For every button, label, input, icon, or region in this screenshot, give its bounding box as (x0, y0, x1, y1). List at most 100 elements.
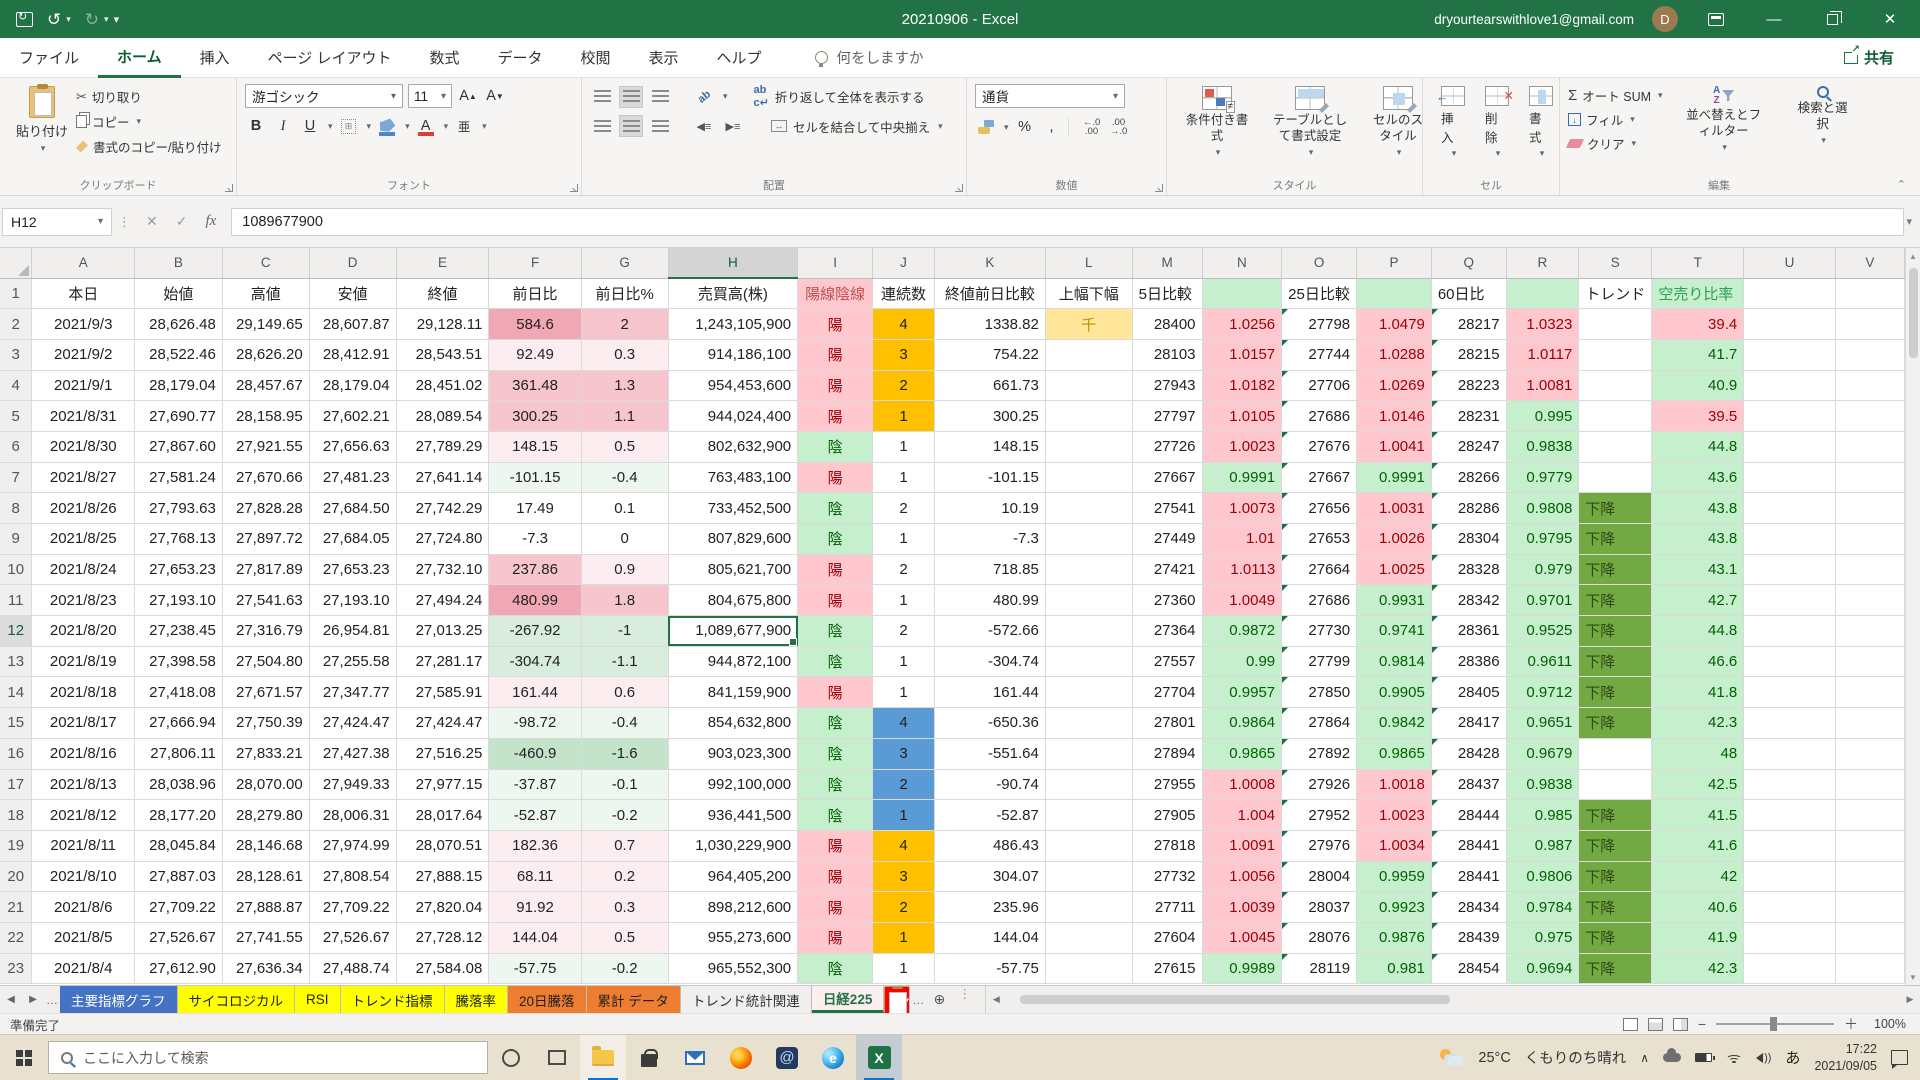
cell-P22[interactable]: 0.9876 (1357, 922, 1432, 953)
cell-N20[interactable]: 1.0056 (1202, 861, 1282, 892)
cell-B1[interactable]: 始値 (135, 278, 223, 309)
cell-C8[interactable]: 27,828.28 (222, 493, 309, 524)
cell-F7[interactable]: -101.15 (489, 462, 581, 493)
cell-E12[interactable]: 27,013.25 (396, 616, 489, 647)
row-header-10[interactable]: 10 (0, 554, 32, 585)
cell-I9[interactable]: 陰 (798, 524, 873, 555)
cell-L6[interactable] (1045, 431, 1132, 462)
cell-M13[interactable]: 27557 (1132, 646, 1202, 677)
cell-E19[interactable]: 28,070.51 (396, 830, 489, 861)
cell-L7[interactable] (1045, 462, 1132, 493)
row-header-6[interactable]: 6 (0, 431, 32, 462)
col-header-D[interactable]: D (309, 248, 396, 278)
sheet-tab-トレンド指標[interactable]: トレンド指標 (341, 986, 445, 1013)
cut-button[interactable]: ✂切り取り (76, 87, 221, 106)
row-header-18[interactable]: 18 (0, 800, 32, 831)
cell-E8[interactable]: 27,742.29 (396, 493, 489, 524)
cell-H20[interactable]: 964,405,200 (668, 861, 798, 892)
cell-A8[interactable]: 2021/8/26 (32, 493, 135, 524)
cell-A15[interactable]: 2021/8/17 (32, 708, 135, 739)
cell-K6[interactable]: 148.15 (935, 431, 1046, 462)
cell-H12[interactable]: 1,089,677,900 (668, 616, 798, 647)
cell-M2[interactable]: 28400 (1132, 309, 1202, 340)
cell-F16[interactable]: -460.9 (489, 738, 581, 769)
cell-V17[interactable] (1835, 769, 1904, 800)
cell-A7[interactable]: 2021/8/27 (32, 462, 135, 493)
weather-temp[interactable]: 25°C (1478, 1050, 1510, 1066)
cell-I2[interactable]: 陽 (798, 309, 873, 340)
tab-file[interactable]: ファイル (0, 38, 98, 78)
cell-B19[interactable]: 28,045.84 (135, 830, 223, 861)
cell-D16[interactable]: 27,427.38 (309, 738, 396, 769)
cell-M4[interactable]: 27943 (1132, 370, 1202, 401)
cell-O23[interactable]: 28119 (1282, 953, 1357, 984)
cell-T5[interactable]: 39.5 (1652, 401, 1744, 432)
cell-R18[interactable]: 0.985 (1506, 800, 1579, 831)
cell-F15[interactable]: -98.72 (489, 708, 581, 739)
cell-V2[interactable] (1835, 309, 1904, 340)
cell-J16[interactable]: 3 (873, 738, 935, 769)
cell-C10[interactable]: 27,817.89 (222, 554, 309, 585)
cell-S23[interactable]: 下降 (1579, 953, 1652, 984)
cell-K10[interactable]: 718.85 (935, 554, 1046, 585)
cell-F17[interactable]: -37.87 (489, 769, 581, 800)
cell-L12[interactable] (1045, 616, 1132, 647)
copy-button[interactable]: コピー▾ (76, 112, 221, 131)
cell-J13[interactable]: 1 (873, 646, 935, 677)
cell-S22[interactable]: 下降 (1579, 922, 1652, 953)
font-dialog-launcher-icon[interactable] (570, 184, 578, 192)
cell-E5[interactable]: 28,089.54 (396, 401, 489, 432)
cell-T10[interactable]: 43.1 (1652, 554, 1744, 585)
cell-E3[interactable]: 28,543.51 (396, 339, 489, 370)
cell-I1[interactable]: 陽線陰線 (798, 278, 873, 309)
cell-H14[interactable]: 841,159,900 (668, 677, 798, 708)
cell-D19[interactable]: 27,974.99 (309, 830, 396, 861)
cell-N6[interactable]: 1.0023 (1202, 431, 1282, 462)
account-email[interactable]: dryourtearswithlove1@gmail.com (1434, 12, 1634, 27)
cell-T19[interactable]: 41.6 (1652, 830, 1744, 861)
row-header-15[interactable]: 15 (0, 708, 32, 739)
zoom-out-icon[interactable]: − (1698, 1016, 1706, 1032)
cell-S1[interactable]: トレンド (1579, 278, 1652, 309)
cell-V5[interactable] (1835, 401, 1904, 432)
cell-D3[interactable]: 28,412.91 (309, 339, 396, 370)
row-header-19[interactable]: 19 (0, 830, 32, 861)
increase-indent-button[interactable]: ▶≡ (721, 115, 745, 137)
cell-U12[interactable] (1744, 616, 1836, 647)
cell-K5[interactable]: 300.25 (935, 401, 1046, 432)
cell-M18[interactable]: 27905 (1132, 800, 1202, 831)
cell-G13[interactable]: -1.1 (581, 646, 668, 677)
zoom-level[interactable]: 100% (1868, 1017, 1906, 1031)
cell-Q3[interactable]: 28215 (1431, 339, 1506, 370)
cell-M16[interactable]: 27894 (1132, 738, 1202, 769)
cell-B17[interactable]: 28,038.96 (135, 769, 223, 800)
cell-T4[interactable]: 40.9 (1652, 370, 1744, 401)
cell-T18[interactable]: 41.5 (1652, 800, 1744, 831)
cell-M11[interactable]: 27360 (1132, 585, 1202, 616)
avatar[interactable]: D (1652, 6, 1678, 32)
cell-P7[interactable]: 0.9991 (1357, 462, 1432, 493)
restore-button[interactable] (1812, 0, 1852, 38)
cell-E7[interactable]: 27,641.14 (396, 462, 489, 493)
cell-F6[interactable]: 148.15 (489, 431, 581, 462)
col-header-H[interactable]: H (668, 248, 798, 278)
cell-A10[interactable]: 2021/8/24 (32, 554, 135, 585)
cell-Q6[interactable]: 28247 (1431, 431, 1506, 462)
cell-S2[interactable] (1579, 309, 1652, 340)
comma-style-button[interactable]: , (1041, 116, 1063, 138)
cell-A23[interactable]: 2021/8/4 (32, 953, 135, 984)
cell-O5[interactable]: 27686 (1282, 401, 1357, 432)
cell-N17[interactable]: 1.0008 (1202, 769, 1282, 800)
cell-G7[interactable]: -0.4 (581, 462, 668, 493)
row-header-9[interactable]: 9 (0, 524, 32, 555)
cell-A14[interactable]: 2021/8/18 (32, 677, 135, 708)
sheet-tab-トレンド統計関連[interactable]: トレンド統計関連 (681, 986, 812, 1013)
cell-O2[interactable]: 27798 (1282, 309, 1357, 340)
edge-button[interactable]: e (810, 1035, 856, 1080)
cell-S15[interactable]: 下降 (1579, 708, 1652, 739)
cell-I23[interactable]: 陰 (798, 953, 873, 984)
cell-M5[interactable]: 27797 (1132, 401, 1202, 432)
excel-taskbar-button[interactable]: X (856, 1035, 902, 1080)
cell-I3[interactable]: 陽 (798, 339, 873, 370)
cell-C19[interactable]: 28,146.68 (222, 830, 309, 861)
